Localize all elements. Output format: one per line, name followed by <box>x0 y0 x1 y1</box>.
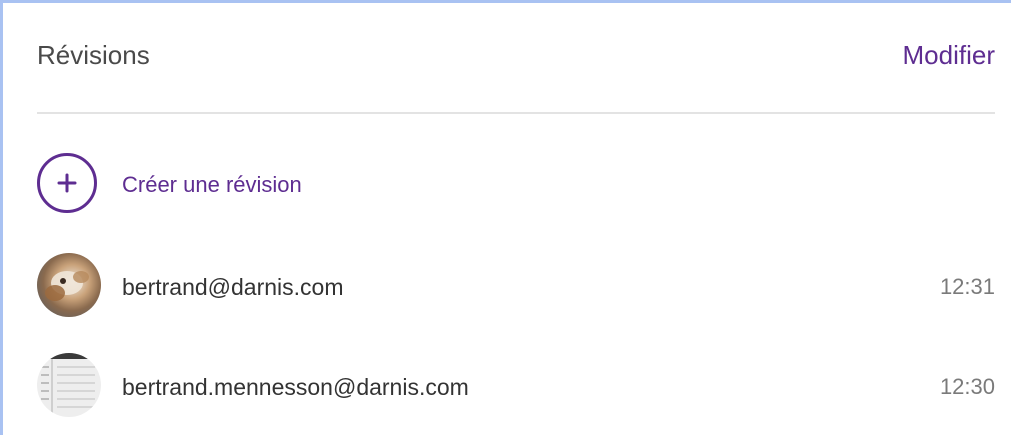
revision-item[interactable]: bertrand@darnis.com 12:31 <box>37 253 995 319</box>
revision-item[interactable]: bertrand.mennesson@darnis.com 12:30 <box>37 353 995 419</box>
panel-header: Révisions Modifier <box>37 37 995 77</box>
avatar <box>37 353 101 417</box>
avatar <box>37 253 101 317</box>
panel-title: Révisions <box>37 40 150 70</box>
divider <box>37 112 995 114</box>
create-revision-button[interactable]: Créer une révision <box>37 153 995 219</box>
revision-user: bertrand@darnis.com <box>122 274 344 300</box>
revision-time: 12:30 <box>939 374 995 399</box>
create-revision-label[interactable]: Créer une révision <box>122 171 302 199</box>
revision-time: 12:31 <box>939 274 995 299</box>
edit-link[interactable]: Modifier <box>903 37 995 73</box>
revisions-panel: Révisions Modifier Créer une révision be… <box>0 0 1011 435</box>
plus-circle-icon[interactable] <box>37 153 97 213</box>
revision-user: bertrand.mennesson@darnis.com <box>122 374 469 400</box>
